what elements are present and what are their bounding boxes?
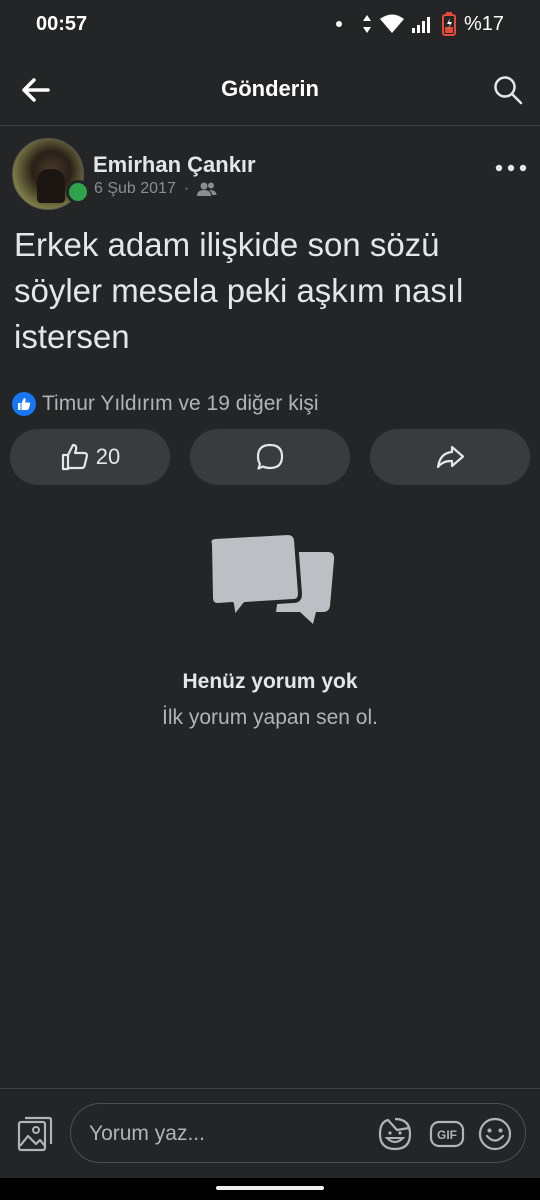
share-button[interactable] [370, 429, 530, 485]
wifi-icon [379, 14, 404, 33]
online-status-indicator [66, 180, 90, 204]
notification-dot-icon [335, 21, 342, 27]
post-date[interactable]: 6 Şub 2017 [94, 180, 176, 198]
search-button[interactable] [492, 74, 524, 106]
like-button[interactable]: 20 [10, 429, 170, 485]
reactions-summary[interactable]: Timur Yıldırım ve 19 diğer kişi [12, 392, 319, 416]
comment-input[interactable] [87, 1116, 371, 1152]
gif-icon[interactable]: GIF [429, 1116, 465, 1152]
more-options-button[interactable] [494, 156, 528, 180]
battery-percent: %17 [463, 12, 504, 35]
like-count: 20 [95, 444, 121, 469]
svg-text:GIF: GIF [437, 1128, 457, 1142]
post-actions: 20 [10, 429, 530, 485]
friends-icon [197, 182, 217, 196]
search-icon [494, 76, 523, 105]
author-name[interactable]: Emirhan Çankır [93, 152, 256, 178]
home-indicator[interactable] [216, 1186, 324, 1190]
comment-bubble-icon [256, 443, 284, 470]
status-icons: %17 [335, 12, 504, 36]
photo-button[interactable] [16, 1115, 54, 1153]
post-text: Erkek adam ilişkide son sözü söyler mese… [14, 226, 464, 355]
page-title: Gönderin [221, 76, 319, 101]
battery-icon [441, 12, 456, 36]
empty-comments-title: Henüz yorum yok [182, 670, 358, 693]
reactions-text: Timur Yıldırım ve 19 diğer kişi [42, 392, 319, 415]
share-arrow-icon [436, 445, 465, 469]
comment-composer: GIF [0, 1088, 540, 1178]
like-reaction-icon [12, 392, 36, 416]
comments-bubbles-icon [207, 532, 335, 624]
comment-button[interactable] [190, 429, 350, 485]
photo-icon [17, 1116, 53, 1152]
sticker-icon[interactable] [377, 1116, 413, 1152]
post-header: Emirhan Çankır 6 Şub 2017 · [12, 138, 528, 210]
system-navigation-bar [0, 1178, 540, 1200]
status-bar: 00:57 %17 [0, 0, 540, 48]
top-app-bar: Gönderin [0, 52, 540, 126]
thumbs-up-icon [61, 443, 88, 471]
post-meta: 6 Şub 2017 · [94, 180, 217, 198]
status-time: 00:57 [36, 12, 88, 35]
emoji-icon[interactable] [477, 1116, 513, 1152]
avatar-figure [37, 169, 65, 203]
empty-comments-subtitle: İlk yorum yapan sen ol. [162, 706, 378, 729]
signal-icon [411, 17, 430, 33]
data-arrows-icon [362, 15, 371, 33]
comment-field-container: GIF [70, 1103, 526, 1163]
meta-separator: · [183, 180, 190, 197]
more-dots-icon [495, 164, 527, 172]
